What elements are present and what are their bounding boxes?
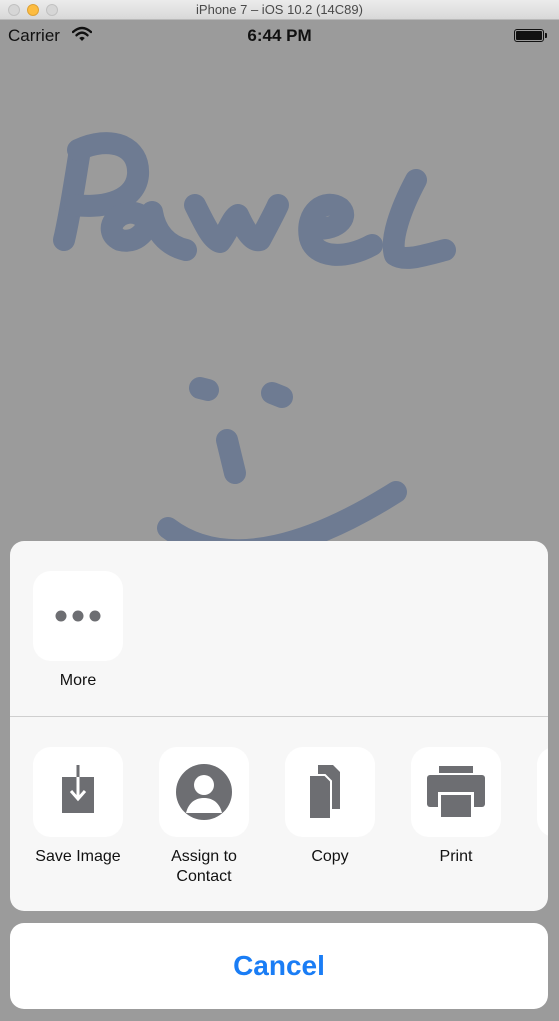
print-label: Print xyxy=(439,848,473,865)
print-action[interactable]: Print xyxy=(411,747,501,867)
contact-icon xyxy=(159,747,249,837)
more-tile[interactable]: More xyxy=(33,571,123,691)
stroke-nose xyxy=(216,429,246,484)
stroke-left-eye xyxy=(189,377,219,401)
share-sheet: More Save Image Assign to Contact Copy P… xyxy=(10,541,548,911)
more-label: More xyxy=(59,672,97,689)
stroke-letter-e xyxy=(298,193,383,266)
simulator-title-bar: iPhone 7 – iOS 10.2 (14C89) xyxy=(0,0,559,20)
next-action-tile-partial[interactable] xyxy=(537,747,548,837)
assign-to-contact-label: Assign to Contact xyxy=(171,848,237,885)
save-image-action[interactable]: Save Image xyxy=(33,747,123,867)
share-row-more: More xyxy=(10,541,548,716)
simulator-title: iPhone 7 – iOS 10.2 (14C89) xyxy=(196,2,363,17)
more-icon xyxy=(33,571,123,661)
stroke-letter-l xyxy=(382,169,456,269)
cancel-button[interactable]: Cancel xyxy=(10,923,548,1009)
share-row-actions: Save Image Assign to Contact Copy Print xyxy=(10,717,548,911)
assign-to-contact-action[interactable]: Assign to Contact xyxy=(159,747,249,887)
copy-icon xyxy=(285,747,375,837)
save-image-icon xyxy=(33,747,123,837)
copy-action[interactable]: Copy xyxy=(285,747,375,867)
print-icon xyxy=(411,747,501,837)
stroke-right-eye xyxy=(261,382,293,408)
stroke-letter-a xyxy=(100,201,197,261)
save-image-label: Save Image xyxy=(35,848,121,865)
stroke-letter-w xyxy=(184,194,289,253)
copy-label: Copy xyxy=(311,848,349,865)
